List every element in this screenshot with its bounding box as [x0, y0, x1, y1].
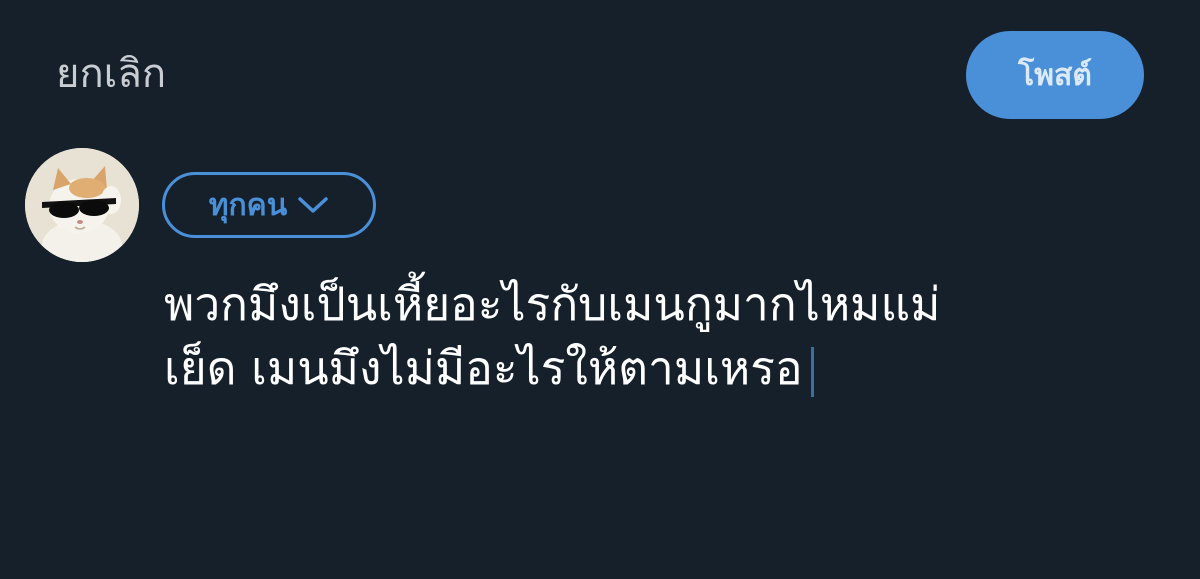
post-button[interactable]: โพสต์	[966, 31, 1144, 119]
audience-selector-button[interactable]: ทุกคน	[162, 172, 376, 238]
avatar[interactable]	[25, 148, 139, 262]
audience-label: ทุกคน	[208, 187, 288, 223]
compose-line: พวกมึงเป็นเหี้ยอะไรกับเมนกูมากไหมแม่	[164, 277, 941, 331]
tweet-compose-textarea[interactable]: พวกมึงเป็นเหี้ยอะไรกับเมนกูมากไหมแม่ เย็…	[164, 272, 1164, 400]
compose-line-text: เย็ด เมนมึงไม่มีอะไรให้ตามเหรอ	[164, 341, 803, 395]
cancel-button[interactable]: ยกเลิก	[56, 46, 166, 102]
compose-screen: ยกเลิก โพสต์ ทุกคน พวกมึงเป็นเหี้ยอะไรกั…	[0, 0, 1200, 579]
compose-line: เย็ด เมนมึงไม่มีอะไรให้ตามเหรอ	[164, 336, 1164, 400]
chevron-down-icon	[298, 197, 328, 213]
text-caret	[810, 346, 814, 397]
cat-avatar-icon	[25, 148, 139, 262]
